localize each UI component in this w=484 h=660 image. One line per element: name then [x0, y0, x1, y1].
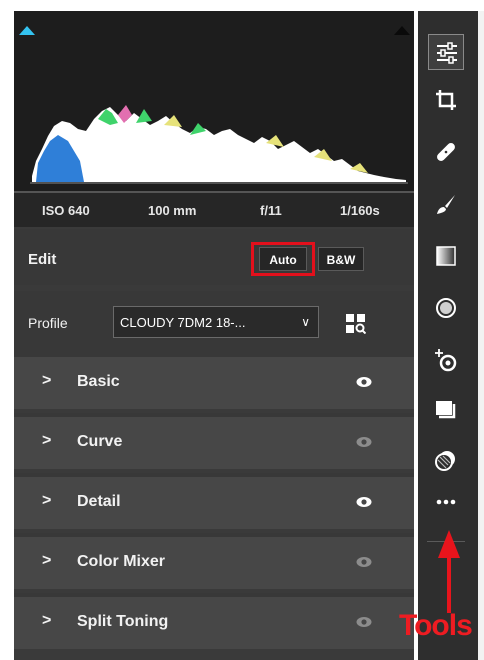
edit-header: Edit Auto B&W	[14, 229, 414, 285]
chevron-right-icon: >	[42, 372, 52, 389]
focal-length-value: 100 mm	[148, 203, 197, 218]
window-edge	[478, 11, 484, 660]
section-label: Basic	[77, 373, 120, 390]
arrow-up-icon	[438, 530, 460, 558]
snapshots-icon[interactable]	[428, 442, 464, 478]
more-icon[interactable]	[428, 484, 464, 520]
radial-gradient-icon[interactable]	[428, 290, 464, 326]
section-label: Color Mixer	[77, 553, 166, 570]
profile-row: Profile CLOUDY 7DM2 18-... ∨	[14, 291, 414, 353]
chevron-right-icon: >	[42, 552, 52, 569]
iso-value: ISO 640	[42, 203, 90, 218]
shadow-clipping-indicator[interactable]	[19, 26, 35, 35]
chevron-down-icon: ∨	[301, 315, 310, 329]
auto-highlight-box	[251, 242, 315, 276]
crop-icon[interactable]	[428, 82, 464, 118]
red-eye-icon[interactable]	[428, 342, 464, 378]
section-label: Curve	[77, 433, 123, 450]
healing-icon[interactable]	[428, 134, 464, 170]
shutter-speed-value: 1/160s	[340, 203, 380, 218]
eye-icon[interactable]	[355, 613, 373, 631]
eye-icon[interactable]	[355, 493, 373, 511]
linear-gradient-icon[interactable]	[428, 238, 464, 274]
eye-icon[interactable]	[355, 373, 373, 391]
edit-title: Edit	[28, 251, 57, 268]
brush-icon[interactable]	[428, 186, 464, 222]
chevron-right-icon: >	[42, 612, 52, 629]
profile-label: Profile	[28, 315, 68, 331]
edit-sliders-icon[interactable]	[428, 34, 464, 70]
eye-icon[interactable]	[355, 433, 373, 451]
section-basic[interactable]: > Basic	[14, 353, 414, 409]
profile-value: CLOUDY 7DM2 18-...	[120, 315, 246, 330]
chevron-right-icon: >	[42, 492, 52, 509]
histogram	[14, 11, 414, 193]
section-split-toning[interactable]: > Split Toning	[14, 593, 414, 649]
tools-annotation-label: Tools	[399, 609, 473, 642]
aperture-value: f/11	[260, 203, 282, 218]
section-detail[interactable]: > Detail	[14, 473, 414, 529]
presets-icon[interactable]	[428, 392, 464, 428]
bw-button[interactable]: B&W	[318, 247, 364, 271]
chevron-right-icon: >	[42, 432, 52, 449]
profile-select[interactable]: CLOUDY 7DM2 18-... ∨	[113, 306, 319, 338]
section-label: Split Toning	[77, 613, 169, 630]
grid-search-icon[interactable]	[346, 314, 366, 334]
eye-icon[interactable]	[355, 553, 373, 571]
section-curve[interactable]: > Curve	[14, 413, 414, 469]
edit-panel: ISO 640 100 mm f/11 1/160s Edit Auto B&W…	[14, 11, 414, 660]
section-label: Detail	[77, 493, 121, 510]
annotation-arrow-shaft	[447, 555, 451, 613]
highlight-clipping-indicator[interactable]	[394, 26, 410, 35]
section-color-mixer[interactable]: > Color Mixer	[14, 533, 414, 589]
exif-info-bar: ISO 640 100 mm f/11 1/160s	[14, 193, 414, 227]
histogram-graph	[30, 105, 408, 184]
